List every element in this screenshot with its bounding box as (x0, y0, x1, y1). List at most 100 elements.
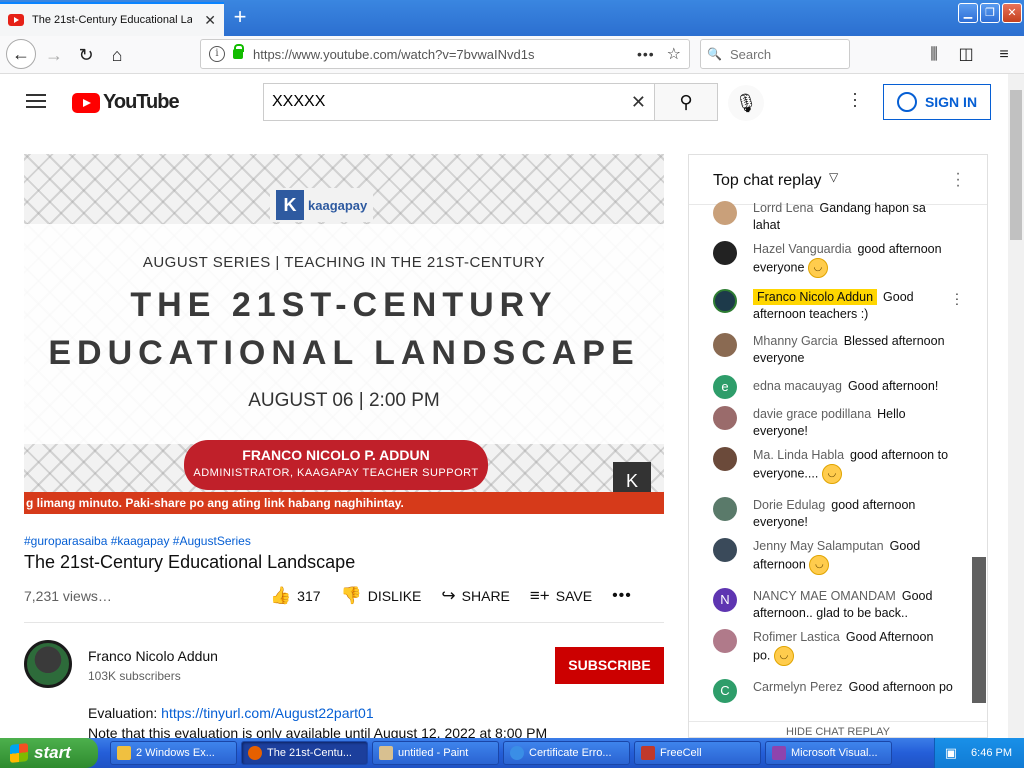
tab-title: The 21st-Century Educational Lan (32, 14, 192, 26)
forward-icon[interactable]: → (40, 41, 68, 69)
start-button[interactable]: start (0, 738, 98, 768)
kaagapay-brand: kaagapay (308, 197, 368, 213)
chat-author: Carmelyn Perez (753, 680, 843, 694)
search-button[interactable]: ⚲ (654, 83, 718, 121)
menu-icon[interactable]: ≡ (990, 41, 1018, 69)
voice-search-icon[interactable]: 🎙 (728, 85, 764, 121)
chat-avatar (713, 241, 737, 265)
sidebar-icon[interactable]: ◫ (952, 41, 980, 69)
browser-search-bar[interactable]: 🔍 (700, 39, 850, 69)
page-scrollbar[interactable] (1008, 74, 1024, 738)
chat-text: Good afternoon po (848, 680, 953, 694)
taskbar-item-active[interactable]: The 21st-Centu... (241, 741, 368, 765)
chat-more-icon[interactable]: · · · (954, 166, 962, 194)
settings-more-icon[interactable]: · · · (850, 84, 860, 114)
dislike-button[interactable]: 👎 DISLIKE (341, 586, 422, 606)
home-icon[interactable]: ⌂ (103, 41, 131, 69)
chat-message: N NANCY MAE OMANDAM Good afternoon.. glad… (713, 588, 963, 624)
chat-title[interactable]: Top chat replay (713, 172, 822, 190)
youtube-header: YouTube ✕ ⚲ 🎙 ··· SIGN IN (0, 74, 1008, 130)
start-label: start (34, 743, 71, 762)
video-series: AUGUST SERIES | TEACHING IN THE 21ST-CEN… (142, 254, 546, 271)
save-button[interactable]: ≡+ SAVE (530, 586, 592, 606)
chat-message: Ma. Linda Habla good afternoon to everyon… (713, 447, 963, 487)
chat-author: davie grace podillana (753, 407, 872, 421)
presenter-banner: FRANCO NICOLO P. ADDUN ADMINISTRATOR, KA… (184, 440, 488, 490)
tray-icon[interactable]: ▣ (945, 745, 957, 761)
chat-avatar (713, 406, 737, 430)
clock: 6:46 PM (971, 747, 1012, 759)
page-scrollbar-thumb[interactable] (1010, 90, 1022, 240)
chat-avatar: C (713, 679, 737, 703)
tab-close-icon[interactable]: ✕ (204, 12, 216, 29)
youtube-search-box[interactable]: ✕ (263, 83, 655, 121)
url-bar[interactable]: i https://www.youtube.com/watch?v=7bvwaI… (200, 39, 690, 69)
chat-message: Hazel Vanguardia good afternoon everyone … (713, 241, 963, 281)
chat-author: Mhanny Garcia (753, 334, 838, 348)
chat-author: Rofimer Lastica (753, 630, 840, 644)
taskbar-item-label: FreeCell (660, 747, 702, 759)
clear-search-icon[interactable]: ✕ (631, 92, 646, 113)
channel-name[interactable]: Franco Nicolo Addun (88, 648, 218, 664)
smiling-emoji-icon: ◡ (807, 258, 828, 278)
browser-tab[interactable]: The 21st-Century Educational Lan ✕ (0, 2, 224, 36)
back-icon[interactable]: ← (6, 39, 36, 69)
video-player[interactable]: K kaagapay AUGUST SERIES | TEACHING IN T… (24, 154, 664, 514)
youtube-logo[interactable]: YouTube (72, 91, 180, 114)
chat-avatar (713, 497, 737, 521)
new-tab-icon[interactable]: + (228, 6, 252, 30)
like-button[interactable]: 👍 317 (270, 586, 321, 606)
chat-author: NANCY MAE OMANDAM (753, 589, 896, 603)
library-icon[interactable]: ⫼ (920, 41, 948, 69)
chat-author: Lorrd Lena (753, 201, 814, 215)
video-title-line1: THE 21ST-CENTURY (130, 286, 558, 324)
share-icon: ↪ (441, 586, 456, 605)
share-button[interactable]: ↪ SHARE (441, 586, 509, 606)
smiling-emoji-icon: ◡ (773, 646, 794, 666)
description-line1: Evaluation: https://tinyurl.com/August22… (88, 705, 374, 721)
playlist-add-icon: ≡+ (529, 586, 550, 605)
sign-in-button[interactable]: SIGN IN (883, 84, 991, 120)
thumbs-down-icon: 👎 (340, 586, 362, 605)
browser-search-input[interactable] (729, 46, 840, 62)
kaagapay-logo: K kaagapay (270, 188, 374, 222)
presenter-name: FRANCO NICOLO P. ADDUN (242, 447, 430, 463)
internet-explorer-icon (510, 746, 524, 760)
taskbar-item[interactable]: untitled - Paint (372, 741, 499, 765)
site-info-icon[interactable]: i (209, 46, 225, 62)
hamburger-menu-icon[interactable] (26, 94, 46, 108)
evaluation-link[interactable]: https://tinyurl.com/August22part01 (161, 705, 373, 721)
more-actions-icon[interactable]: ••• (612, 587, 632, 605)
url-text[interactable]: https://www.youtube.com/watch?v=7bvwaINv… (253, 47, 637, 62)
subscribe-button[interactable]: SUBSCRIBE (555, 647, 664, 684)
chat-replay-panel: Top chat replay ▽ · · · Lorrd Lena Gandang … (688, 154, 988, 738)
presenter-role: ADMINISTRATOR, KAAGAPAY TEACHER SUPPORT (193, 467, 479, 479)
chat-message: C Carmelyn Perez Good afternoon po (713, 679, 963, 715)
page-actions-icon[interactable]: ••• (637, 46, 655, 62)
youtube-search-input[interactable] (272, 93, 631, 111)
chat-message: Lorrd Lena Gandang hapon sa lahat (713, 201, 963, 233)
hashtags[interactable]: #guroparasaiba #kaagapay #AugustSeries (24, 534, 251, 548)
window-close-icon[interactable]: ✕ (1002, 3, 1022, 23)
chat-scrollbar-thumb[interactable] (972, 557, 986, 703)
youtube-play-icon (72, 92, 100, 113)
channel-avatar[interactable] (24, 640, 72, 688)
restore-icon[interactable]: ❐ (980, 3, 1000, 23)
firefox-icon (248, 746, 262, 760)
message-more-icon[interactable]: · · · (953, 286, 961, 310)
reload-icon[interactable]: ↻ (72, 41, 100, 69)
bookmark-star-icon[interactable]: ☆ (667, 44, 681, 64)
youtube-favicon-icon (8, 14, 24, 26)
taskbar-item[interactable]: 2 Windows Ex... (110, 741, 237, 765)
view-count: 7,231 views… (24, 588, 112, 604)
taskbar-item-label: Microsoft Visual... (791, 747, 878, 759)
taskbar-item[interactable]: Certificate Erro... (503, 741, 630, 765)
hide-chat-replay-button[interactable]: HIDE CHAT REPLAY (689, 721, 987, 737)
save-label: SAVE (555, 588, 593, 604)
minimize-icon[interactable]: ▁ (958, 3, 978, 23)
taskbar-item[interactable]: Microsoft Visual... (765, 741, 892, 765)
taskbar-item[interactable]: FreeCell (634, 741, 761, 765)
chat-author: Hazel Vanguardia (753, 242, 852, 256)
chat-message: e edna macauyag Good afternoon! (713, 375, 963, 399)
chevron-down-icon[interactable]: ▽ (829, 170, 838, 184)
